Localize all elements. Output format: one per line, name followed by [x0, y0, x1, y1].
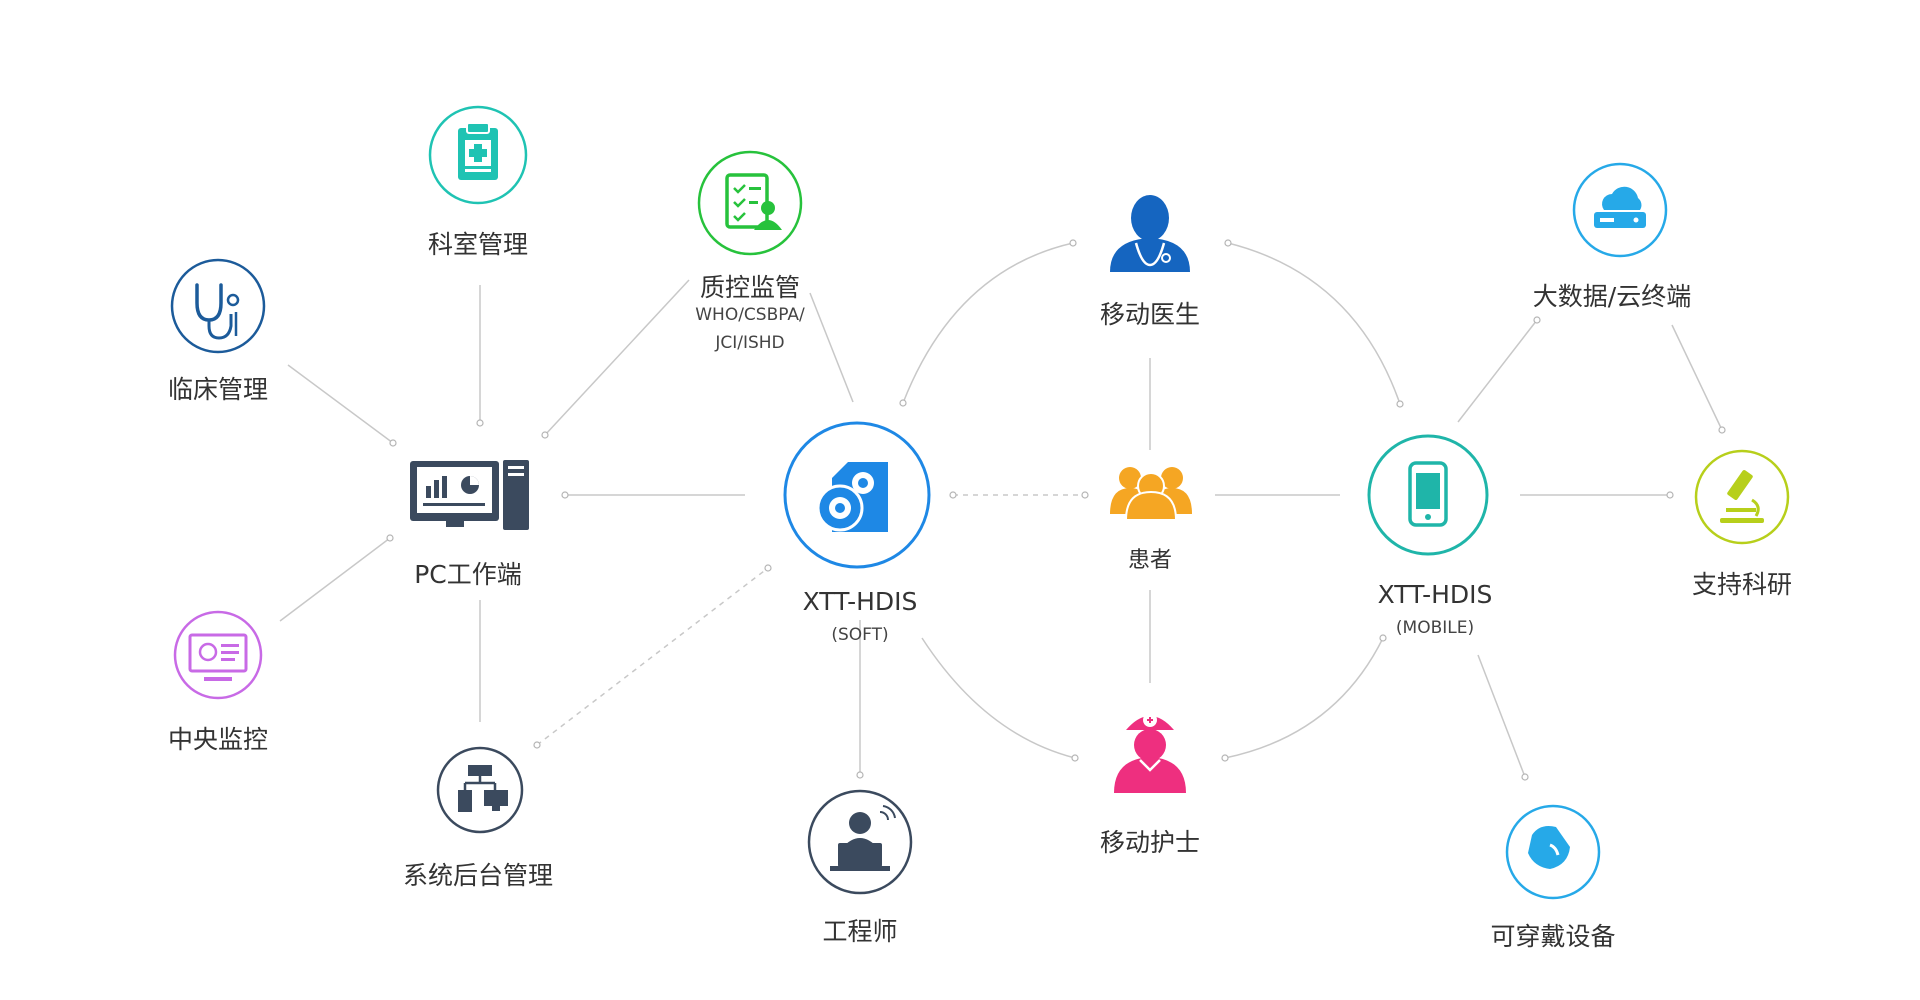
software-disc-gear-icon — [783, 421, 931, 569]
link-end-dot — [561, 491, 569, 499]
link-soft-yisheng — [902, 242, 1074, 404]
link-end-dot — [1396, 400, 1404, 408]
clipboard-medical-icon — [428, 105, 528, 205]
link-yisheng-mobile — [1227, 242, 1401, 405]
link-zhikong-pc — [544, 279, 690, 436]
link-end-dot — [1379, 634, 1387, 642]
link-dashuju-keyan — [1671, 324, 1723, 431]
label-zhikong-sub2: JCI/ISHD — [715, 333, 785, 353]
link-end-dot — [899, 399, 907, 407]
label-yisheng: 移动医生 — [1099, 300, 1201, 329]
link-end-dot — [476, 419, 484, 427]
link-mobile-dashuju — [1457, 319, 1538, 423]
label-pc: PC工作端 — [414, 560, 522, 589]
link-xitong-soft — [536, 567, 769, 746]
cloud-storage-icon — [1572, 162, 1668, 258]
link-linchuang-pc — [287, 364, 394, 444]
link-mobile-kechuan — [1477, 654, 1526, 778]
network-server-icon — [436, 746, 524, 834]
link-end-dot — [1221, 754, 1229, 762]
link-end-dot — [949, 491, 957, 499]
label-keshi: 科室管理 — [427, 230, 529, 259]
label-zhongyang: 中央监控 — [167, 725, 269, 754]
nurse-icon — [1114, 713, 1186, 793]
label-soft-sub: (SOFT) — [831, 625, 889, 645]
link-end-dot — [764, 564, 772, 572]
doctor-icon — [1110, 195, 1190, 272]
link-end-dot — [856, 771, 864, 779]
label-xitong: 系统后台管理 — [402, 861, 554, 890]
link-end-dot — [1224, 239, 1232, 247]
label-huanzhe: 患者 — [1127, 548, 1173, 573]
smartphone-icon — [1367, 434, 1489, 556]
engineer-laptop-icon — [807, 789, 913, 895]
link-end-dot — [1069, 239, 1077, 247]
wearable-band-icon — [1505, 804, 1601, 900]
link-soft-hushi — [921, 637, 1076, 759]
stethoscope-icon — [170, 258, 266, 354]
link-end-dot — [1521, 773, 1529, 781]
label-gongcheng: 工程师 — [822, 917, 898, 946]
label-hushi: 移动护士 — [1099, 828, 1201, 857]
label-soft: XTT-HDIS — [802, 587, 918, 616]
label-zhikong: 质控监管 — [699, 273, 801, 302]
patients-group-icon — [1110, 467, 1192, 521]
microscope-icon — [1694, 449, 1790, 545]
label-zhikong-sub1: WHO/CSBPA/ — [695, 305, 805, 325]
link-end-dot — [386, 534, 394, 542]
topology-diagram: 科室管理 质控监管 WHO/CSBPA/ JCI/ISHD 临床管理 PC工作端… — [0, 0, 1920, 1000]
link-end-dot — [1666, 491, 1674, 499]
link-end-dot — [541, 431, 549, 439]
link-end-dot — [1071, 754, 1079, 762]
link-end-dot — [1718, 426, 1726, 434]
link-zhikong-soft — [809, 292, 854, 403]
link-end-dot — [389, 439, 397, 447]
label-mobile-sub: (MOBILE) — [1395, 618, 1475, 638]
link-end-dot — [1533, 316, 1541, 324]
link-end-dot — [1081, 491, 1089, 499]
link-hushi-mobile — [1224, 637, 1384, 759]
checklist-person-icon — [697, 150, 803, 256]
link-zhongyang-pc — [279, 537, 391, 622]
desktop-workstation-icon — [410, 460, 529, 530]
label-linchuang: 临床管理 — [167, 375, 269, 404]
label-kechuan: 可穿戴设备 — [1490, 922, 1616, 951]
diagram-canvas — [170, 105, 1790, 900]
label-dashuju: 大数据/云终端 — [1532, 282, 1692, 311]
label-mobile: XTT-HDIS — [1377, 580, 1493, 609]
monitor-icon — [173, 610, 263, 700]
link-end-dot — [533, 741, 541, 749]
label-keyan: 支持科研 — [1691, 570, 1793, 599]
